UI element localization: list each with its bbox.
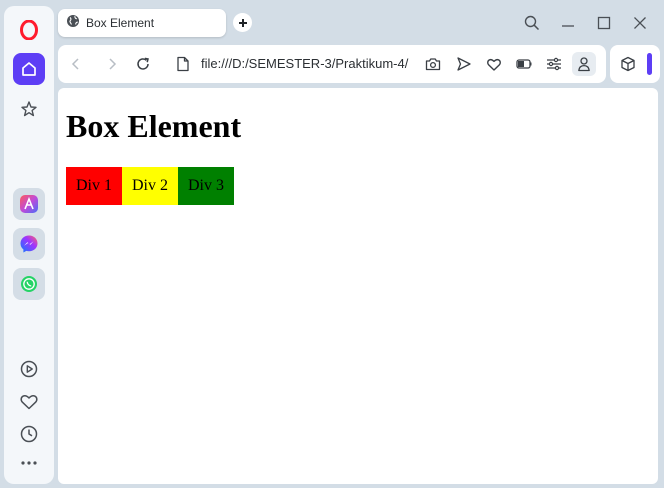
aria-icon[interactable] xyxy=(13,188,45,220)
easy-setup-icon[interactable] xyxy=(544,54,564,74)
address-bar: file:///D:/SEMESTER-3/Praktikum-4/ xyxy=(58,45,606,83)
tab-title: Box Element xyxy=(86,16,155,30)
div-box-1: Div 1 xyxy=(66,167,122,205)
page-title: Box Element xyxy=(66,108,242,144)
battery-saver-icon[interactable] xyxy=(514,54,534,74)
tab-box-element[interactable]: Box Element xyxy=(58,9,226,37)
sidebar-accent-bar[interactable] xyxy=(647,53,652,75)
sidebar xyxy=(4,6,54,484)
div-box-2: Div 2 xyxy=(122,167,178,205)
whatsapp-icon[interactable] xyxy=(13,268,45,300)
star-icon[interactable] xyxy=(13,93,45,125)
close-button[interactable] xyxy=(630,13,650,33)
player-icon[interactable] xyxy=(13,353,45,385)
browser-window: Box Element file:///D:/SEMESTER-3/Prakti… xyxy=(0,0,664,488)
div-box-3: Div 3 xyxy=(178,167,234,205)
new-tab-button[interactable] xyxy=(233,13,252,32)
camera-icon[interactable] xyxy=(423,54,443,74)
more-icon[interactable] xyxy=(13,447,45,479)
extensions-cube-icon[interactable] xyxy=(618,54,638,74)
box-row: Div 1 Div 2 Div 3 xyxy=(66,167,234,205)
globe-icon xyxy=(66,14,80,33)
home-icon[interactable] xyxy=(13,53,45,85)
heart-bookmark-icon[interactable] xyxy=(484,54,504,74)
forward-button[interactable] xyxy=(102,54,122,74)
opera-logo-icon[interactable] xyxy=(13,14,45,46)
url-text[interactable]: file:///D:/SEMESTER-3/Praktikum-4/ xyxy=(201,56,408,71)
page-info-icon[interactable] xyxy=(173,54,193,74)
extensions-bar xyxy=(610,45,660,83)
heart-icon[interactable] xyxy=(13,386,45,418)
page-content: Box Element Div 1 Div 2 Div 3 xyxy=(58,88,658,484)
profile-icon[interactable] xyxy=(572,52,596,76)
maximize-button[interactable] xyxy=(594,13,614,33)
back-button[interactable] xyxy=(66,54,86,74)
send-icon[interactable] xyxy=(454,54,474,74)
minimize-button[interactable] xyxy=(558,13,578,33)
reload-button[interactable] xyxy=(133,54,153,74)
messenger-icon[interactable] xyxy=(13,228,45,260)
search-tabs-icon[interactable] xyxy=(522,13,542,33)
history-icon[interactable] xyxy=(13,418,45,450)
